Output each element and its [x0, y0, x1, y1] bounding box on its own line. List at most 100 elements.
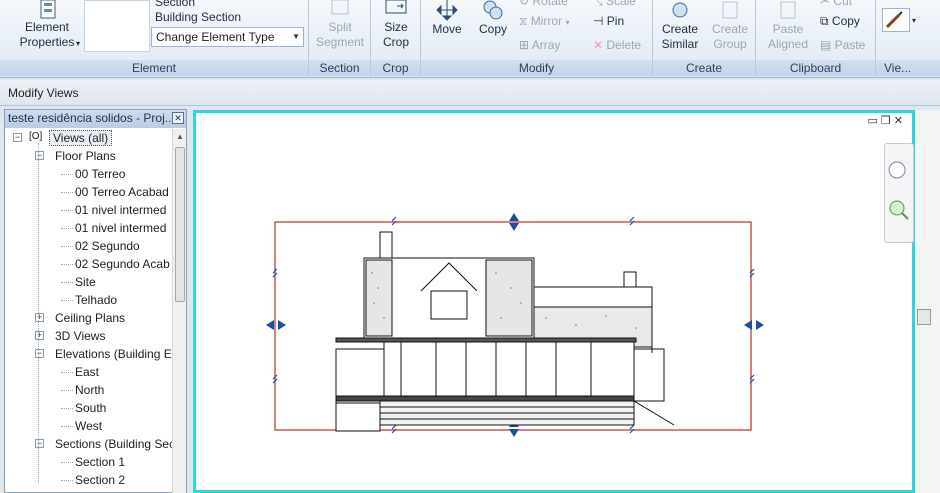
tree-item-label: Sections (Building Sec [55, 437, 173, 451]
tree-item[interactable]: 01 nivel intermed [75, 201, 166, 219]
paste-aligned-button[interactable]: Paste Aligned [762, 0, 814, 52]
tree-item-label: Ceiling Plans [55, 311, 126, 325]
change-element-type-combo[interactable]: Change Element Type ▼ [151, 27, 304, 47]
split-segment-button[interactable]: Split Segment [309, 0, 371, 50]
modify-panel-title: Modify [421, 60, 652, 76]
tree-item[interactable]: 00 Terreo Acabad [75, 183, 169, 201]
view-dropdown-icon[interactable]: ▾ [912, 14, 916, 28]
browser-tree: Views (all) − [O] Floor Plans −00 Terreo 00 T… [5, 129, 173, 493]
element-properties-label-2: Properties [19, 35, 75, 49]
array-label: Array [531, 38, 561, 52]
element-properties-button[interactable]: Element Properties [14, 0, 80, 50]
cut-button[interactable]: ✂ Cut [820, 0, 852, 8]
collapse-icon[interactable]: − [13, 133, 22, 142]
delete-button[interactable]: ✕ Delete [593, 38, 641, 52]
create-similar-label-1: Create [661, 22, 699, 36]
collapse-icon[interactable]: − [35, 349, 44, 358]
tree-item-label: South [75, 401, 107, 415]
tree-item[interactable]: 01 nivel intermed [75, 219, 166, 237]
tree-item[interactable]: Sections (Building Sec [55, 435, 173, 453]
move-button[interactable]: Move [425, 0, 469, 37]
mirror-button[interactable]: ⧖ Mirror ▾ [519, 14, 569, 30]
scissors-icon: ✂ [820, 0, 834, 8]
project-browser-title-text: teste residência solidos - Proj... [8, 111, 175, 125]
view-scrollbar[interactable] [915, 110, 940, 493]
create-group-icon [722, 1, 738, 19]
tree-item[interactable]: 3D Views [55, 327, 105, 345]
clipboard-copy-label: Copy [831, 14, 860, 28]
tree-item[interactable]: Telhado [75, 291, 117, 309]
split-segment-label-2: Segment [315, 35, 365, 49]
paste-aligned-label-2: Aligned [767, 37, 809, 51]
size-crop-label-2: Crop [382, 35, 409, 49]
tree-item[interactable]: Section 2 [75, 471, 125, 489]
create-similar-button[interactable]: Create Similar [655, 0, 705, 52]
tree-item[interactable]: North [75, 381, 104, 399]
tree-item[interactable]: Elevations (Building E [55, 345, 172, 363]
type-family: Section [155, 0, 196, 9]
views-icon: [O] [29, 131, 43, 142]
options-bar-label: Modify Views [8, 86, 79, 100]
building-section [335, 231, 675, 432]
pin-label: Pin [606, 14, 625, 28]
properties-icon [40, 0, 56, 19]
tree-item[interactable]: South [75, 399, 106, 417]
tree-item[interactable]: 02 Segundo Acab [75, 255, 170, 273]
tree-item-label: Telhado [75, 293, 118, 307]
view-scroll-thumb[interactable] [917, 309, 931, 325]
tree-item[interactable]: East [75, 363, 99, 381]
split-segment-icon [331, 0, 349, 15]
tree-item-label: Section 1 [75, 455, 126, 469]
clipboard-copy-button[interactable]: ⧉ Copy [820, 14, 860, 28]
tree-item[interactable]: West [75, 417, 102, 435]
expand-icon[interactable]: + [35, 313, 44, 322]
browser-scrollbar[interactable]: ▲ [172, 129, 186, 493]
delete-label: Delete [606, 38, 642, 52]
create-group-label-2: Group [713, 37, 747, 51]
paint-brush-button[interactable] [882, 8, 910, 32]
tree-item-label: Elevations (Building E [55, 347, 172, 361]
scroll-up-icon[interactable]: ▲ [176, 132, 184, 141]
tree-item-label: 02 Segundo Acab [75, 257, 170, 271]
paste-icon: ▤ [820, 38, 835, 52]
section-view-canvas[interactable]: ▭❐✕ [193, 110, 915, 493]
close-icon[interactable]: ✕ [172, 112, 184, 124]
tree-item[interactable]: Ceiling Plans [55, 309, 125, 327]
collapse-icon[interactable]: − [35, 151, 44, 160]
copy-button[interactable]: Copy [471, 0, 515, 37]
tree-item-label: 00 Terreo Acabad [75, 185, 169, 199]
collapse-icon[interactable]: − [35, 439, 44, 448]
tree-item-label: Site [75, 275, 96, 289]
size-crop-button[interactable]: Size Crop [371, 0, 421, 50]
rotate-button[interactable]: ↻ Rotate [519, 0, 568, 8]
navigation-bar [884, 143, 914, 243]
tree-item[interactable]: Floor Plans [55, 147, 116, 165]
project-browser: teste residência solidos - Proj... ✕ Vie… [4, 109, 187, 493]
create-group-label-1: Create [711, 22, 749, 36]
tree-item[interactable]: Views (all) [49, 129, 113, 147]
section-panel: Split Segment Section [309, 0, 371, 78]
tree-item[interactable]: Section 1 [75, 453, 125, 471]
tree-item-label: North [75, 383, 105, 397]
copy-label: Copy [478, 22, 507, 36]
tree-item[interactable]: 00 Terreo [75, 165, 125, 183]
expand-icon[interactable]: + [35, 331, 44, 340]
tree-item-label: Views (all) [49, 130, 113, 146]
properties-dropdown-icon[interactable]: ▾ [76, 37, 80, 51]
crop-panel-title: Crop [371, 60, 420, 76]
pin-button[interactable]: ⊣ Pin [593, 14, 624, 28]
tree-item-label: Floor Plans [55, 149, 116, 163]
chevron-down-icon: ▼ [292, 32, 300, 41]
tree-item[interactable]: 02 Segundo [75, 237, 140, 255]
paste-aligned-icon [780, 1, 796, 19]
browser-scroll-thumb[interactable] [175, 147, 185, 302]
delete-icon: ✕ [593, 38, 607, 52]
array-button[interactable]: ⊞ Array [519, 38, 560, 52]
create-panel: Create Similar Create Group Create [653, 0, 756, 78]
modify-panel: Move Copy ↻ Rotate ⤡ Scale ⧖ Mirror ▾ ⊣ … [421, 0, 653, 78]
paste-button[interactable]: ▤ Paste [820, 38, 865, 52]
tree-item[interactable]: Site [75, 273, 96, 291]
create-group-button[interactable]: Create Group [705, 0, 755, 52]
tree-item-label: West [75, 419, 103, 433]
scale-button[interactable]: ⤡ Scale [593, 0, 636, 8]
